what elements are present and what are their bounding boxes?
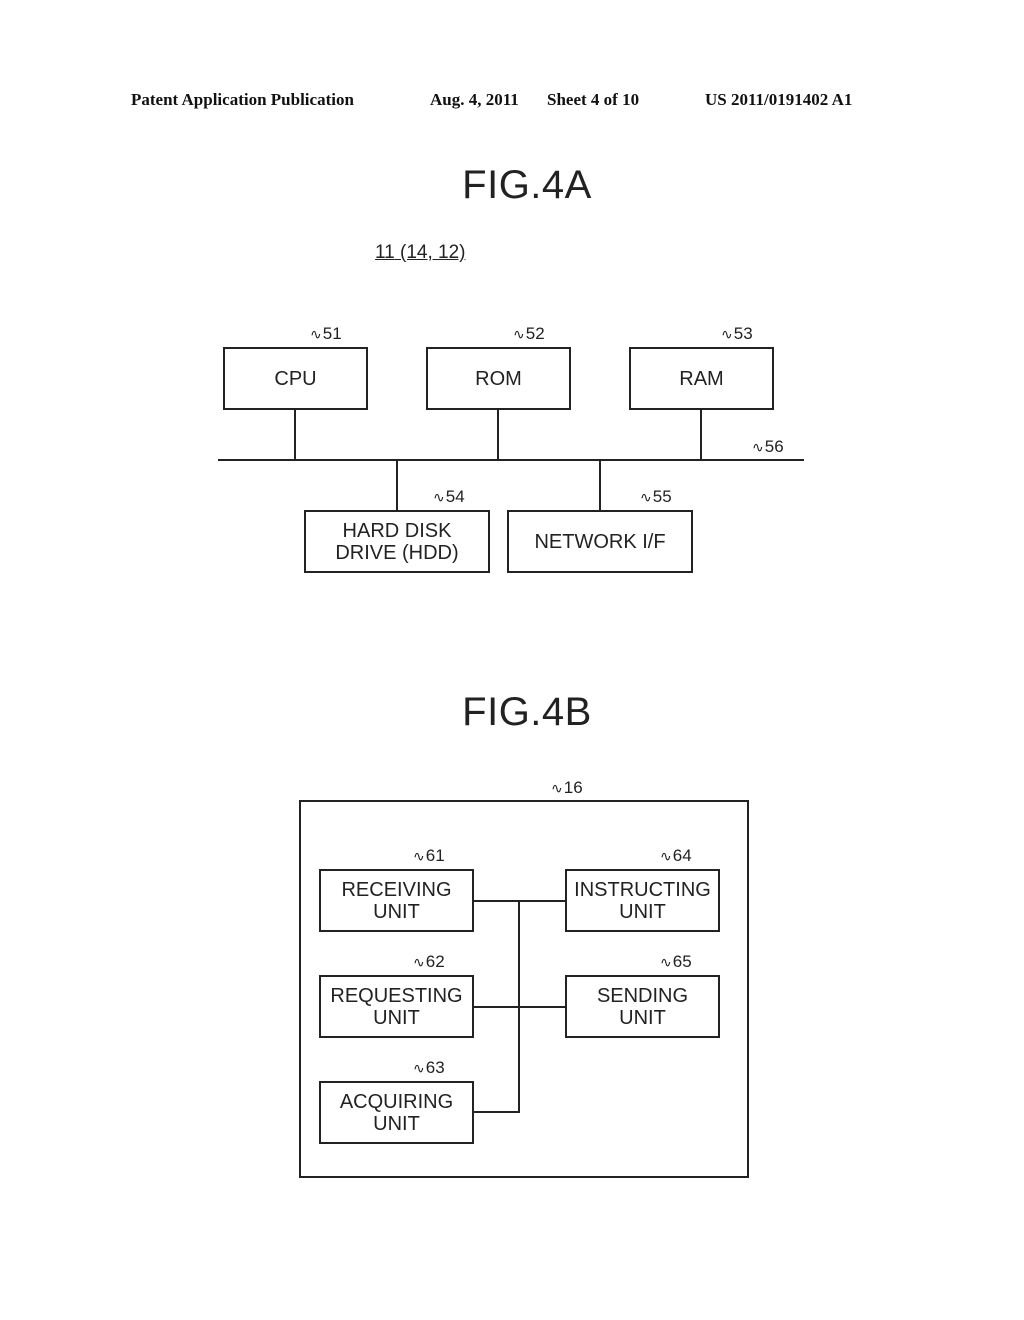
leader-squiggle-icon: ∿ xyxy=(413,1060,425,1076)
hdd-bus-connector xyxy=(396,460,398,511)
acquiring-unit-block: ACQUIRING UNIT xyxy=(319,1081,474,1144)
publication-type: Patent Application Publication xyxy=(131,90,354,109)
requesting-unit-ref: ∿62 xyxy=(413,952,445,972)
network-if-label: NETWORK I/F xyxy=(534,530,666,553)
leader-squiggle-icon: ∿ xyxy=(310,326,322,342)
device-reference: 11 (14, 12) xyxy=(375,242,466,264)
ram-ref: ∿53 xyxy=(721,324,753,344)
ref-number: 54 xyxy=(445,487,465,506)
sending-unit-line1: SENDING xyxy=(596,984,689,1007)
cpu-ref: ∿51 xyxy=(310,324,342,344)
hdd-ref: ∿54 xyxy=(433,487,465,507)
leader-squiggle-icon: ∿ xyxy=(660,954,672,970)
receiving-unit-line1: RECEIVING xyxy=(341,878,452,901)
sheet-number: Sheet 4 of 10 xyxy=(547,90,640,109)
rom-block: ROM xyxy=(426,347,571,410)
leader-squiggle-icon: ∿ xyxy=(640,489,652,505)
cpu-bus-connector xyxy=(294,409,296,460)
leader-squiggle-icon: ∿ xyxy=(752,439,764,455)
leader-squiggle-icon: ∿ xyxy=(513,326,525,342)
ref-number: 65 xyxy=(672,952,692,971)
hdd-block: HARD DISK DRIVE (HDD) xyxy=(304,510,490,573)
ref-number: 16 xyxy=(563,778,583,797)
rom-ref: ∿52 xyxy=(513,324,545,344)
acquiring-connector xyxy=(474,1111,520,1113)
instructing-unit-line1: INSTRUCTING xyxy=(574,878,711,901)
instructing-unit-line2: UNIT xyxy=(619,900,666,923)
requesting-unit-line1: REQUESTING xyxy=(330,984,463,1007)
sending-unit-line2: UNIT xyxy=(619,1006,666,1029)
network-if-ref: ∿55 xyxy=(640,487,672,507)
figure-title-4b: FIG.4B xyxy=(462,690,592,734)
ref-number: 63 xyxy=(425,1058,445,1077)
ref-number: 52 xyxy=(525,324,545,343)
acquiring-unit-line1: ACQUIRING xyxy=(339,1090,454,1113)
system-bus xyxy=(218,459,804,461)
receiving-unit-line2: UNIT xyxy=(373,900,420,923)
leader-squiggle-icon: ∿ xyxy=(413,848,425,864)
network-if-block: NETWORK I/F xyxy=(507,510,693,573)
sending-unit-block: SENDING UNIT xyxy=(565,975,720,1038)
hdd-label-line2: DRIVE (HDD) xyxy=(335,541,459,564)
ref-number: 53 xyxy=(733,324,753,343)
hdd-label-line1: HARD DISK xyxy=(342,519,452,542)
leader-squiggle-icon: ∿ xyxy=(660,848,672,864)
container-ref: ∿16 xyxy=(551,778,583,798)
cpu-label: CPU xyxy=(274,367,317,390)
device-ref: 11 xyxy=(375,242,395,263)
leader-squiggle-icon: ∿ xyxy=(721,326,733,342)
receiving-unit-ref: ∿61 xyxy=(413,846,445,866)
leader-squiggle-icon: ∿ xyxy=(551,780,563,796)
ref-number: 64 xyxy=(672,846,692,865)
sending-unit-ref: ∿65 xyxy=(660,952,692,972)
ram-block: RAM xyxy=(629,347,774,410)
ref-number: 56 xyxy=(764,437,784,456)
leader-squiggle-icon: ∿ xyxy=(433,489,445,505)
publication-number: US 2011/0191402 A1 xyxy=(705,90,853,109)
acquiring-unit-ref: ∿63 xyxy=(413,1058,445,1078)
receiving-unit-block: RECEIVING UNIT xyxy=(319,869,474,932)
instructing-unit-block: INSTRUCTING UNIT xyxy=(565,869,720,932)
leader-squiggle-icon: ∿ xyxy=(413,954,425,970)
network-bus-connector xyxy=(599,460,601,511)
ref-number: 55 xyxy=(652,487,672,506)
cpu-block: CPU xyxy=(223,347,368,410)
ram-bus-connector xyxy=(700,409,702,460)
ref-number: 51 xyxy=(322,324,342,343)
requesting-sending-connector xyxy=(474,1006,565,1008)
requesting-unit-line2: UNIT xyxy=(373,1006,420,1029)
ref-number: 61 xyxy=(425,846,445,865)
ram-label: RAM xyxy=(679,367,724,390)
acquiring-unit-line2: UNIT xyxy=(373,1112,420,1135)
rom-bus-connector xyxy=(497,409,499,460)
instructing-unit-ref: ∿64 xyxy=(660,846,692,866)
publication-date: Aug. 4, 2011 xyxy=(430,90,519,109)
bus-ref: ∿56 xyxy=(752,437,784,457)
device-alt-refs: (14, 12) xyxy=(400,242,466,263)
figure-title-4a: FIG.4A xyxy=(462,163,592,207)
ref-number: 62 xyxy=(425,952,445,971)
receiving-instructing-connector xyxy=(474,900,565,902)
rom-label: ROM xyxy=(475,367,522,390)
requesting-unit-block: REQUESTING UNIT xyxy=(319,975,474,1038)
